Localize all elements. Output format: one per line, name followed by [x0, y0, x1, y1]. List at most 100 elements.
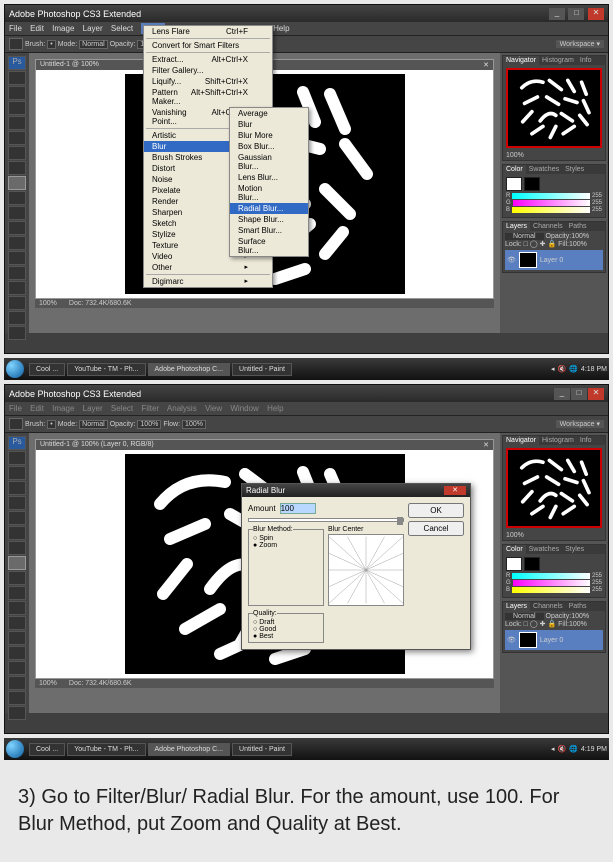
pen-tool[interactable] [8, 281, 26, 295]
amount-input[interactable] [280, 503, 316, 514]
doc-close-icon[interactable]: ✕ [483, 441, 489, 449]
task-item[interactable]: YouTube - TM - Ph... [67, 743, 145, 756]
minimize-icon[interactable]: _ [549, 8, 565, 20]
nav-zoom[interactable]: 100% [503, 151, 605, 160]
blur-center-preview[interactable] [328, 534, 404, 606]
layer-opacity-value[interactable]: 100% [571, 233, 589, 240]
menu-select[interactable]: Select [111, 24, 133, 33]
start-orb[interactable] [6, 360, 24, 378]
dodge-tool[interactable] [8, 266, 26, 280]
task-item[interactable]: Adobe Photoshop C... [148, 743, 231, 756]
task-item[interactable]: Cool ... [29, 743, 65, 756]
gradient-tool[interactable] [8, 236, 26, 250]
g-value[interactable]: 255 [592, 200, 602, 206]
minimize-icon[interactable]: _ [554, 388, 570, 400]
tab-paths[interactable]: Paths [566, 222, 590, 231]
dialog-close-icon[interactable]: ✕ [444, 486, 466, 495]
start-orb[interactable] [6, 740, 24, 758]
maximize-icon[interactable]: □ [571, 388, 587, 400]
radial-blur-dialog[interactable]: Radial Blur ✕ Amount OK Cancel Blur Meth… [241, 483, 471, 650]
eraser-tool[interactable] [8, 221, 26, 235]
lasso-tool[interactable] [8, 101, 26, 115]
bg-color[interactable] [524, 177, 540, 191]
r-value[interactable]: 255 [592, 193, 602, 199]
wand-tool[interactable] [8, 116, 26, 130]
tab-color[interactable]: Color [503, 165, 526, 174]
blur-tool[interactable] [8, 251, 26, 265]
eye-icon[interactable]: 👁 [507, 256, 516, 264]
method-legend: Blur Method: [253, 526, 293, 533]
eyedropper-tool[interactable] [8, 146, 26, 160]
type-tool[interactable] [8, 296, 26, 310]
close-icon[interactable]: ✕ [588, 388, 604, 400]
task-item[interactable]: Adobe Photoshop C... [148, 363, 231, 376]
task-item[interactable]: Cool ... [29, 363, 65, 376]
tray-icon[interactable]: ◂ [551, 365, 555, 373]
brush-preset[interactable]: • [47, 40, 55, 49]
amount-slider[interactable] [248, 518, 404, 522]
task-item[interactable]: YouTube - TM - Ph... [67, 363, 145, 376]
zoom-level[interactable]: 100% [39, 300, 57, 307]
healing-tool[interactable] [8, 161, 26, 175]
dialog-titlebar[interactable]: Radial Blur ✕ [242, 484, 470, 497]
tray-icon[interactable]: 🔇 [557, 745, 566, 753]
menu-help[interactable]: Help [273, 24, 289, 33]
b-slider[interactable] [512, 207, 590, 213]
blur-submenu[interactable]: Average Blur Blur More Box Blur... Gauss… [229, 107, 309, 257]
path-tool[interactable] [8, 311, 26, 325]
marquee-tool[interactable] [8, 86, 26, 100]
task-item[interactable]: Untitled - Paint [232, 363, 292, 376]
history-tool[interactable] [8, 206, 26, 220]
tab-channels[interactable]: Channels [530, 222, 566, 231]
tray-icon[interactable]: ◂ [551, 745, 555, 753]
ok-button[interactable]: OK [408, 503, 464, 518]
tab-swatches[interactable]: Swatches [526, 165, 562, 174]
shape-tool[interactable] [8, 326, 26, 340]
fill-value[interactable]: 100% [569, 241, 587, 248]
tab-styles[interactable]: Styles [562, 165, 587, 174]
best-radio[interactable]: ● Best [253, 633, 319, 640]
task-item[interactable]: Untitled - Paint [232, 743, 292, 756]
menubar[interactable]: File Edit Image Layer Select Filter Anal… [5, 22, 608, 36]
maximize-icon[interactable]: □ [568, 8, 584, 20]
move-tool[interactable] [8, 71, 26, 85]
workspace-button[interactable]: Workspace ▾ [556, 40, 604, 48]
amount-label: Amount [248, 504, 276, 513]
tool [8, 511, 26, 525]
mode-select[interactable]: Normal [79, 40, 108, 49]
menu-item: Other [144, 262, 272, 273]
r-slider[interactable] [512, 193, 590, 199]
tab-layers[interactable]: Layers [503, 222, 530, 231]
menu-edit[interactable]: Edit [30, 24, 44, 33]
crop-tool[interactable] [8, 131, 26, 145]
toolbox: Ps [5, 433, 29, 713]
quality-legend: Quality: [253, 610, 277, 617]
brush-icon[interactable] [9, 38, 23, 50]
tray-icon[interactable]: 🌐 [569, 745, 578, 753]
zoom-radio[interactable]: ● Zoom [253, 542, 319, 549]
menu-file[interactable]: File [9, 24, 22, 33]
tab-info[interactable]: Info [577, 56, 595, 65]
stamp-tool[interactable] [8, 191, 26, 205]
g-slider[interactable] [513, 200, 590, 206]
navigator-thumbnail[interactable] [506, 68, 602, 148]
cancel-button[interactable]: Cancel [408, 521, 464, 536]
menu-image[interactable]: Image [52, 24, 74, 33]
blend-mode[interactable]: Normal [505, 233, 544, 240]
draft-radio[interactable]: ○ Draft [253, 619, 319, 626]
close-icon[interactable]: ✕ [588, 8, 604, 20]
menu-layer[interactable]: Layer [83, 24, 103, 33]
doc-close-icon[interactable]: ✕ [483, 61, 489, 69]
b-value[interactable]: 255 [592, 207, 602, 213]
tray-icon[interactable]: 🌐 [569, 365, 578, 373]
tab-navigator[interactable]: Navigator [503, 56, 539, 65]
layer-name[interactable]: Layer 0 [540, 257, 563, 264]
tray-icon[interactable]: 🔇 [557, 365, 566, 373]
brush-tool[interactable] [8, 176, 26, 190]
opacity-input: 100% [137, 420, 161, 429]
spin-radio[interactable]: ○ Spin [253, 535, 319, 542]
layer-row[interactable]: 👁 Layer 0 [505, 250, 603, 270]
good-radio[interactable]: ○ Good [253, 626, 319, 633]
tab-histogram[interactable]: Histogram [539, 56, 577, 65]
fg-color[interactable] [506, 177, 522, 191]
